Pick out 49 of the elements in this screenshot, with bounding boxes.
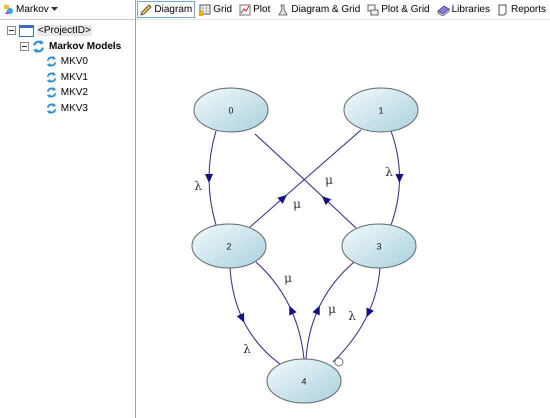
- view-tab[interactable]: Grid: [196, 1, 236, 18]
- shapes-icon: [3, 4, 14, 15]
- window-icon: [19, 24, 34, 37]
- view-tab[interactable]: Reports: [494, 1, 549, 18]
- caret-icon: [50, 7, 58, 12]
- table-chart-icon: [367, 4, 380, 16]
- state-node[interactable]: 1: [344, 88, 419, 132]
- document-icon: [496, 4, 509, 16]
- chart-icon: [239, 4, 252, 16]
- tree-item[interactable]: MKV1: [60, 72, 89, 83]
- view-tab[interactable]: Libraries: [434, 1, 493, 18]
- state-node[interactable]: 3: [342, 224, 417, 268]
- transition-label: μ: [326, 173, 334, 187]
- transition-arrow[interactable]: [230, 268, 281, 364]
- state-node[interactable]: 2: [192, 224, 267, 268]
- tree-item[interactable]: MKV2: [60, 87, 89, 98]
- tree-item[interactable]: MKV0: [60, 56, 89, 68]
- expander-toggle[interactable]: [7, 26, 16, 36]
- transition-label: λ: [386, 165, 394, 179]
- view-tab[interactable]: Plot: [236, 1, 274, 18]
- transition-arrow[interactable]: [205, 130, 217, 226]
- cycle-icon: [46, 102, 57, 114]
- flask-icon: [277, 4, 290, 16]
- transition-label: μ: [284, 271, 292, 285]
- tree-item[interactable]: MKV3: [60, 102, 89, 114]
- transition-label: λ: [194, 179, 202, 193]
- transition-arrow[interactable]: [390, 130, 404, 226]
- state-node[interactable]: 0: [194, 88, 269, 132]
- view-tab[interactable]: Diagram: [137, 1, 196, 18]
- tree-item[interactable]: <ProjectID>: [37, 25, 92, 36]
- cycle-icon: [46, 56, 57, 68]
- transition-arrow[interactable]: [256, 262, 305, 360]
- view-tab[interactable]: Plot & Grid: [364, 1, 433, 18]
- transition-label: μ: [328, 302, 336, 316]
- cycle-icon: [46, 87, 57, 98]
- tree-item[interactable]: Markov Models: [48, 40, 122, 52]
- state-node[interactable]: 4: [266, 358, 342, 404]
- transition-label: μ: [294, 197, 302, 211]
- pencil-icon: [140, 4, 152, 16]
- cycle-icon: [32, 40, 45, 53]
- view-tab[interactable]: Diagram & Grid: [274, 1, 364, 18]
- grid-icon: [199, 4, 212, 16]
- cycle-icon: [46, 72, 57, 83]
- transition-arrow[interactable]: [306, 262, 355, 360]
- transition-label: λ: [244, 342, 252, 356]
- books-icon: [436, 4, 450, 16]
- connection-handle[interactable]: [334, 358, 344, 366]
- transition-label: λ: [348, 309, 356, 323]
- expander-toggle[interactable]: [20, 42, 29, 51]
